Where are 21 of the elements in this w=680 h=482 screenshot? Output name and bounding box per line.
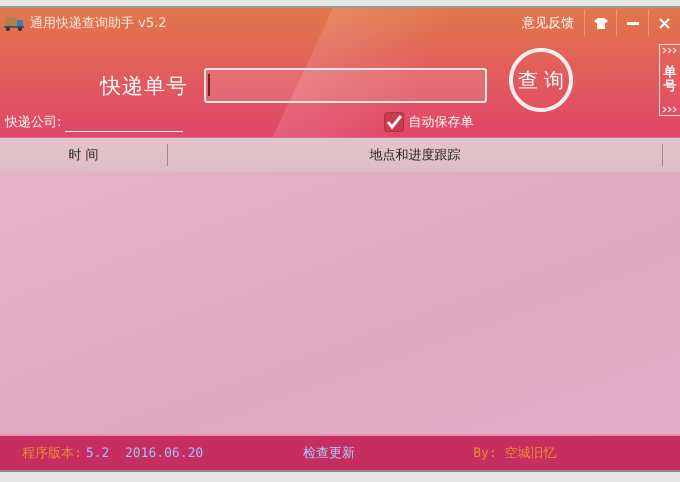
query-button[interactable]: 查 询: [509, 48, 573, 112]
feedback-link[interactable]: 意见反馈: [522, 14, 574, 32]
column-header[interactable]: 时 间: [0, 144, 168, 166]
shirt-icon: [594, 18, 608, 28]
company-label: 快递公司:: [5, 114, 62, 131]
chevrons-icon: [662, 47, 678, 54]
version-label: 程序版本:: [22, 445, 82, 462]
tracking-number-label: 快递单号: [100, 72, 189, 100]
auto-save-label: 自动保存单: [408, 114, 474, 131]
minimize-icon: [626, 22, 638, 24]
close-icon: [659, 18, 670, 28]
truck-icon: [4, 15, 24, 31]
tracking-number-field[interactable]: [204, 68, 487, 103]
auto-save-checkbox[interactable]: [384, 112, 404, 132]
version-text: 5.2 2016.06.20: [86, 446, 204, 460]
column-header[interactable]: 地点和进度跟踪: [168, 144, 663, 166]
check-update-link[interactable]: 检查更新: [303, 444, 356, 462]
author-text: By: 空城旧忆: [473, 445, 557, 462]
side-tab[interactable]: 单号: [659, 44, 680, 116]
window-title: 通用快递查询助手 v5.2: [30, 15, 166, 32]
chevrons-icon: [662, 106, 678, 113]
